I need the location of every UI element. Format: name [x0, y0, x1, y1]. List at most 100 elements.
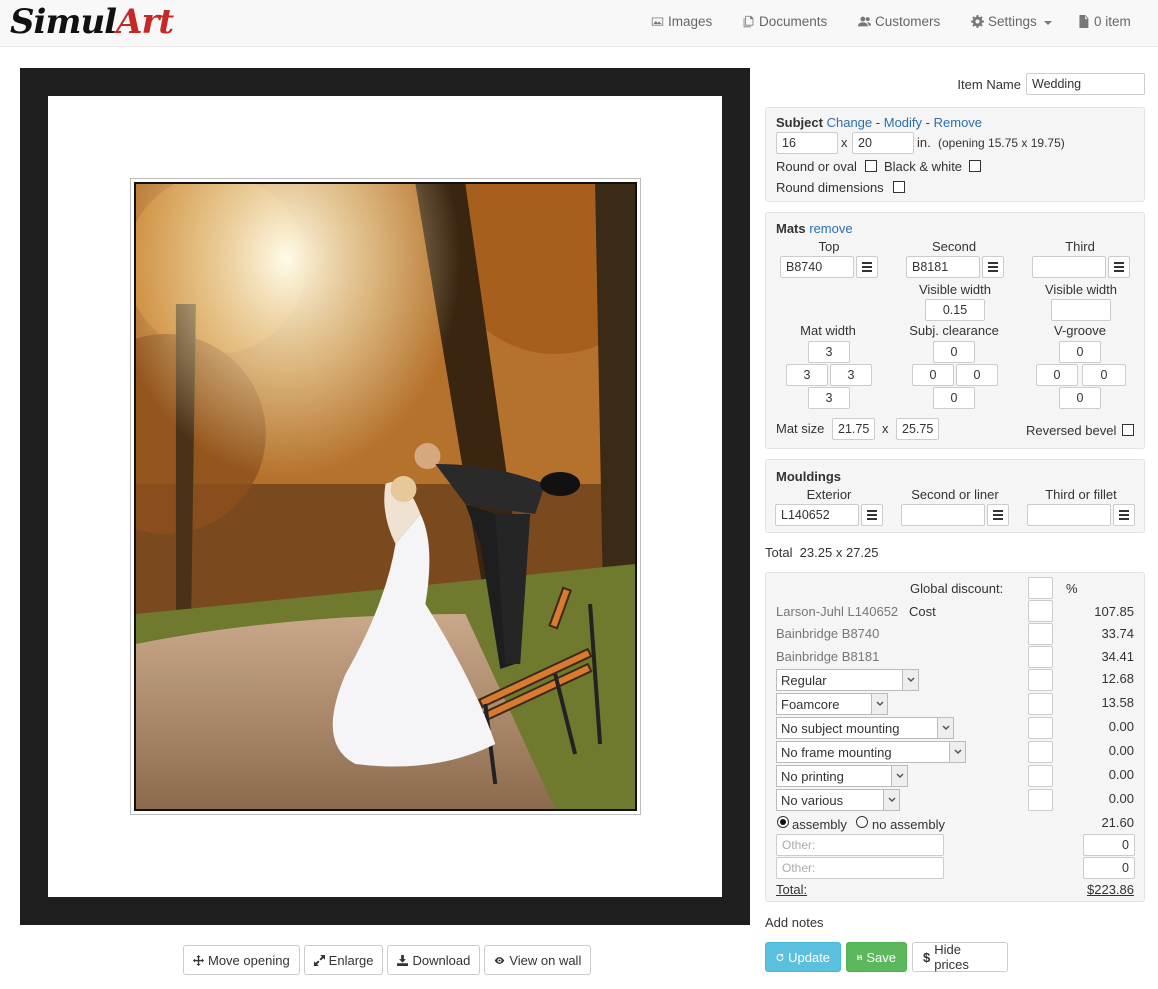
various-select[interactable]: No various [776, 789, 900, 811]
chevron-down-icon [895, 773, 904, 779]
total-label: Total: [776, 882, 808, 897]
mat-third-select-button[interactable] [1108, 256, 1130, 278]
list-icon [867, 510, 877, 512]
picture-icon [651, 17, 664, 26]
total-size: Total 23.25 x 27.25 [765, 545, 879, 560]
price-row-label: Bainbridge B8740 [776, 626, 880, 641]
nav-documents[interactable]: Documents [742, 14, 827, 29]
glass-select[interactable]: Regular [776, 669, 919, 691]
other-2-input[interactable] [776, 857, 944, 879]
backing-select[interactable]: Foamcore [776, 693, 888, 715]
total-price: $223.86 [1087, 882, 1134, 897]
subject-mounting-select[interactable]: No subject mounting [776, 717, 954, 739]
update-button[interactable]: Update [765, 942, 841, 972]
save-button[interactable]: Save [846, 942, 907, 972]
download-button[interactable]: Download [387, 945, 481, 975]
subject-height-input[interactable] [852, 132, 914, 154]
mat-size-height-input[interactable] [896, 418, 939, 440]
moulding-exterior-input[interactable] [775, 504, 859, 526]
price-adjust-input[interactable] [1028, 741, 1053, 763]
moulding-third-select-button[interactable] [1113, 504, 1135, 526]
move-opening-button[interactable]: Move opening [183, 945, 300, 975]
brand-logo[interactable]: SimulArt [10, 0, 174, 44]
enlarge-button[interactable]: Enlarge [303, 945, 384, 975]
printing-select[interactable]: No printing [776, 765, 908, 787]
subject-unit: in. [917, 135, 931, 150]
list-icon [993, 510, 1003, 512]
price-adjust-input[interactable] [1028, 646, 1053, 668]
wedding-photo [136, 184, 635, 809]
mat-size-width-input[interactable] [832, 418, 875, 440]
mat-width-top-input[interactable] [808, 341, 850, 363]
mat-second-select-button[interactable] [982, 256, 1004, 278]
no-assembly-radio[interactable] [856, 816, 868, 828]
round-or-oval-checkbox[interactable] [865, 160, 877, 172]
nav-images[interactable]: Images [651, 14, 712, 29]
v-groove-top-input[interactable] [1059, 341, 1101, 363]
subj-clearance-left-input[interactable] [912, 364, 954, 386]
mat-second-visible-width-input[interactable] [925, 299, 985, 321]
subj-clearance-bottom-input[interactable] [933, 387, 975, 409]
item-name-input[interactable] [1026, 73, 1145, 95]
subj-clearance-right-input[interactable] [956, 364, 998, 386]
subject-modify-link[interactable]: Modify [884, 115, 922, 130]
mat-top-code-input[interactable] [780, 256, 854, 278]
view-on-wall-button[interactable]: View on wall [484, 945, 592, 975]
eye-icon [495, 956, 505, 964]
mat-second-code-input[interactable] [906, 256, 980, 278]
price-row-label: Bainbridge B8181 [776, 649, 880, 664]
cost-link[interactable]: Cost [909, 604, 936, 619]
black-white-checkbox[interactable] [969, 160, 981, 172]
mats-remove-link[interactable]: remove [809, 221, 852, 236]
item-name-row: Item Name [957, 73, 1145, 95]
download-icon [397, 954, 409, 966]
other-2-price-input[interactable] [1083, 857, 1135, 879]
global-discount-input[interactable] [1028, 577, 1053, 599]
nav-items-cart[interactable]: 0 item [1077, 14, 1131, 29]
mat-top-select-button[interactable] [856, 256, 878, 278]
price-adjust-input[interactable] [1028, 789, 1053, 811]
subject-title: Subject [776, 115, 823, 130]
subject-remove-link[interactable]: Remove [934, 115, 982, 130]
mat-third-visible-width-input[interactable] [1051, 299, 1111, 321]
mat-third-code-input[interactable] [1032, 256, 1106, 278]
assembly-radio[interactable] [777, 816, 789, 828]
moulding-exterior-select-button[interactable] [861, 504, 883, 526]
frame-mounting-select[interactable]: No frame mounting [776, 741, 966, 763]
price-adjust-input[interactable] [1028, 669, 1053, 691]
price-adjust-input[interactable] [1028, 717, 1053, 739]
mats-title: Mats [776, 221, 806, 236]
save-icon [857, 954, 863, 960]
mats-panel: Mats remove Top Second Third Visible wid… [765, 212, 1145, 449]
moulding-third-input[interactable] [1027, 504, 1111, 526]
v-groove-left-input[interactable] [1036, 364, 1078, 386]
v-groove-right-input[interactable] [1082, 364, 1126, 386]
price-adjust-input[interactable] [1028, 623, 1053, 645]
subj-clearance-top-input[interactable] [933, 341, 975, 363]
other-1-price-input[interactable] [1083, 834, 1135, 856]
moulding-second-input[interactable] [901, 504, 985, 526]
mouldings-title: Mouldings [776, 469, 841, 484]
hide-prices-button[interactable]: $ Hide prices [912, 942, 1008, 972]
moulding-second-select-button[interactable] [987, 504, 1009, 526]
price-adjust-input[interactable] [1028, 600, 1053, 622]
price-adjust-input[interactable] [1028, 765, 1053, 787]
subject-change-link[interactable]: Change [827, 115, 873, 130]
add-notes-link[interactable]: Add notes [765, 915, 824, 930]
v-groove-bottom-input[interactable] [1059, 387, 1101, 409]
other-1-input[interactable] [776, 834, 944, 856]
list-icon [1114, 262, 1124, 264]
subject-width-input[interactable] [776, 132, 838, 154]
reversed-bevel-checkbox[interactable] [1122, 424, 1134, 436]
price-row-label: Larson-Juhl L140652 [776, 604, 899, 619]
mat-width-right-input[interactable] [830, 364, 872, 386]
nav-settings[interactable]: Settings [971, 14, 1052, 29]
documents-icon [743, 15, 754, 28]
resize-full-icon [313, 954, 325, 966]
mat-width-left-input[interactable] [786, 364, 828, 386]
price-adjust-input[interactable] [1028, 693, 1053, 715]
preview-toolbar: Move opening Enlarge Download View on wa… [183, 945, 592, 975]
mat-width-bottom-input[interactable] [808, 387, 850, 409]
nav-customers[interactable]: Customers [858, 14, 940, 29]
round-dimensions-checkbox[interactable] [893, 181, 905, 193]
